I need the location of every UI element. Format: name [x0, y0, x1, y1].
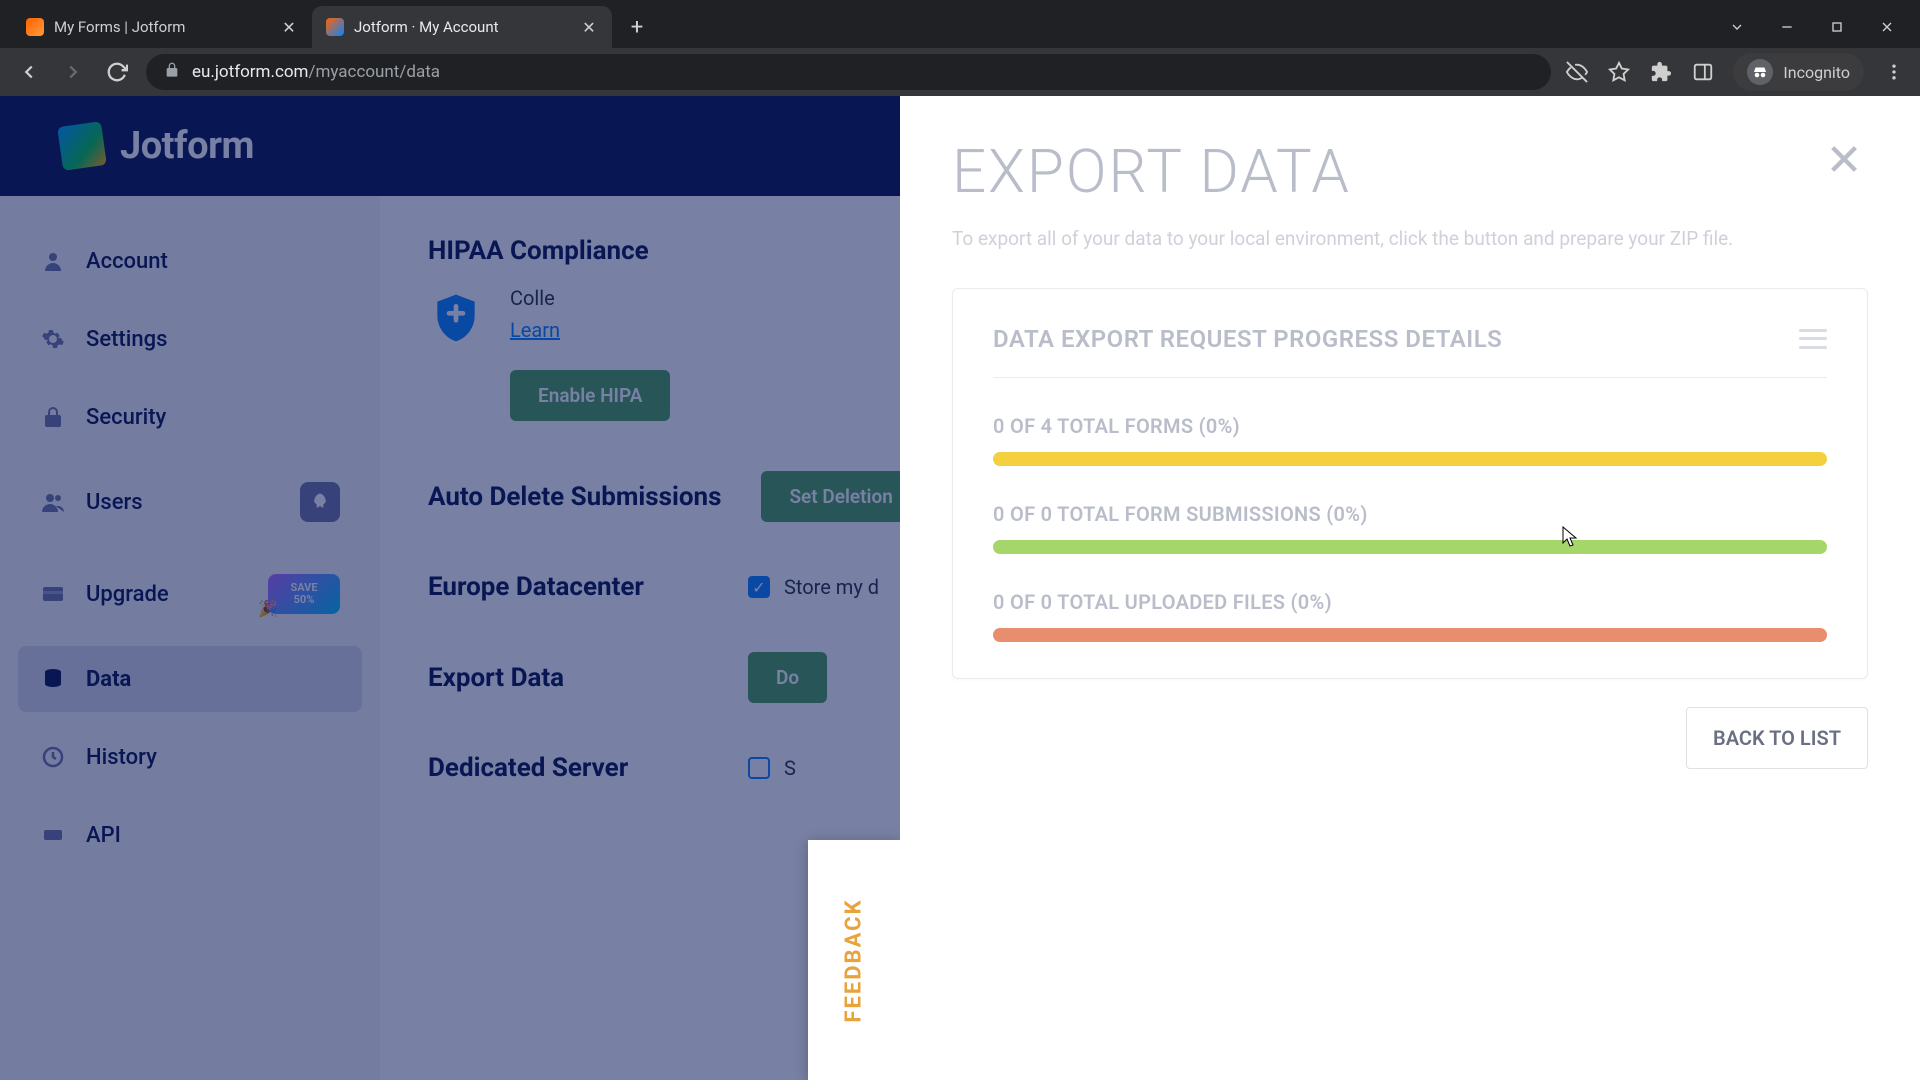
progress-bar-forms: [993, 452, 1827, 466]
reload-icon[interactable]: [102, 57, 132, 87]
progress-submissions-label: 0 OF 0 TOTAL FORM SUBMISSIONS (0%): [993, 502, 1827, 526]
chevron-down-icon[interactable]: [1726, 16, 1748, 38]
close-icon[interactable]: ✕: [1820, 136, 1868, 184]
progress-forms-label: 0 OF 4 TOTAL FORMS (0%): [993, 414, 1827, 438]
incognito-badge[interactable]: Incognito: [1733, 53, 1864, 91]
maximize-icon[interactable]: [1826, 16, 1848, 38]
modal-subtitle: To export all of your data to your local…: [952, 225, 1868, 254]
card-title-text: DATA EXPORT REQUEST PROGRESS DETAILS: [993, 325, 1502, 353]
window-close-icon[interactable]: [1876, 16, 1898, 38]
back-icon[interactable]: [14, 57, 44, 87]
tab-title: Jotform · My Account: [354, 18, 570, 36]
tab-title: My Forms | Jotform: [54, 18, 270, 36]
page-viewport: Jotform My Forms Te Account Settings Sec…: [0, 96, 1920, 1080]
side-panel-icon[interactable]: [1691, 60, 1715, 84]
lock-icon: [164, 62, 180, 82]
progress-bar-submissions: [993, 540, 1827, 554]
progress-files-label: 0 OF 0 TOTAL UPLOADED FILES (0%): [993, 590, 1827, 614]
back-to-list-button[interactable]: BACK TO LIST: [1686, 707, 1868, 769]
browser-tab-1[interactable]: Jotform · My Account ✕: [312, 6, 612, 48]
new-tab-button[interactable]: +: [620, 10, 654, 44]
incognito-label: Incognito: [1783, 63, 1850, 82]
address-bar: eu.jotform.com/myaccount/data Incognito: [0, 48, 1920, 96]
modal-title: EXPORT DATA: [952, 136, 1351, 207]
browser-titlebar: My Forms | Jotform ✕ Jotform · My Accoun…: [0, 0, 1920, 48]
hamburger-icon[interactable]: [1799, 329, 1827, 349]
feedback-tab[interactable]: FEEDBACK: [808, 840, 900, 1080]
url-text: eu.jotform.com/myaccount/data: [192, 62, 440, 82]
close-icon[interactable]: ✕: [580, 18, 598, 36]
extensions-icon[interactable]: [1649, 60, 1673, 84]
export-modal: EXPORT DATA ✕ To export all of your data…: [900, 96, 1920, 1080]
feedback-label: FEEDBACK: [842, 898, 867, 1022]
omnibox[interactable]: eu.jotform.com/myaccount/data: [146, 54, 1551, 90]
minimize-icon[interactable]: [1776, 16, 1798, 38]
forward-icon[interactable]: [58, 57, 88, 87]
progress-bar-files: [993, 628, 1827, 642]
eye-off-icon[interactable]: [1565, 60, 1589, 84]
browser-tab-0[interactable]: My Forms | Jotform ✕: [12, 6, 312, 48]
favicon-icon: [26, 18, 44, 36]
favicon-icon: [326, 18, 344, 36]
close-icon[interactable]: ✕: [280, 18, 298, 36]
kebab-icon[interactable]: [1882, 60, 1906, 84]
progress-card: DATA EXPORT REQUEST PROGRESS DETAILS 0 O…: [952, 288, 1868, 679]
star-icon[interactable]: [1607, 60, 1631, 84]
incognito-icon: [1747, 59, 1773, 85]
